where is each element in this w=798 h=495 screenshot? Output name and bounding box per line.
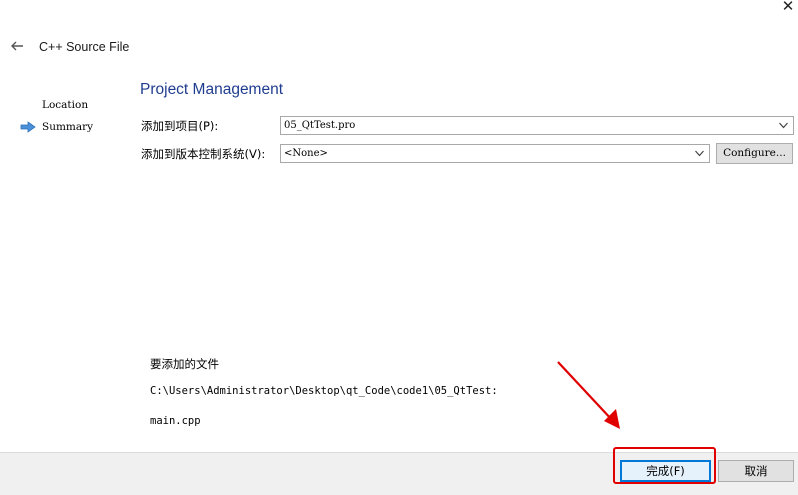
wizard-title: C++ Source File: [39, 40, 130, 54]
add-to-project-value: 05_QtTest.pro: [284, 120, 356, 131]
add-to-vcs-label: 添加到版本控制系统(V):: [141, 147, 266, 161]
chevron-down-icon: [779, 122, 788, 129]
add-to-project-select[interactable]: 05_QtTest.pro: [280, 116, 794, 135]
add-to-vcs-value: <None>: [284, 148, 328, 159]
add-to-vcs-select[interactable]: <None>: [280, 144, 710, 163]
page-title: Project Management: [140, 81, 284, 98]
files-heading: 要添加的文件: [150, 357, 219, 371]
chevron-down-icon: [695, 150, 704, 157]
annotation-arrow-icon: [557, 361, 620, 429]
configure-button[interactable]: Configure...: [716, 143, 793, 164]
close-icon[interactable]: ✕: [778, 0, 798, 16]
step-summary: Summary: [42, 121, 94, 133]
annotation-highlight-box: [613, 447, 716, 484]
list-item: main.cpp: [150, 415, 201, 427]
current-step-arrow-icon: [20, 121, 36, 133]
add-to-project-label: 添加到项目(P):: [141, 119, 219, 133]
step-location: Location: [42, 99, 89, 111]
back-arrow-icon[interactable]: [9, 38, 25, 54]
files-path: C:\Users\Administrator\Desktop\qt_Code\c…: [150, 385, 498, 397]
cancel-button[interactable]: 取消: [718, 460, 794, 482]
